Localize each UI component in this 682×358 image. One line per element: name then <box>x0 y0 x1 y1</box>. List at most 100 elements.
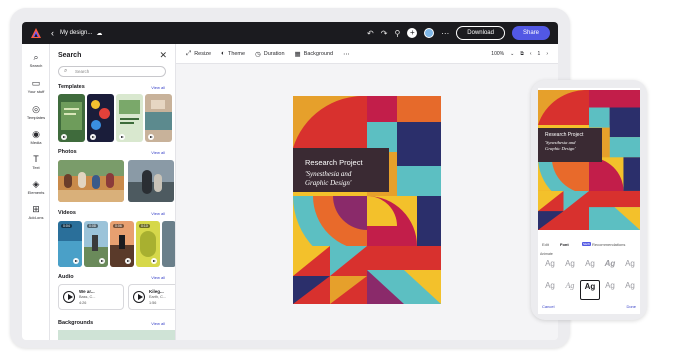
prev-page-icon[interactable]: ‹ <box>530 51 532 57</box>
theme-button[interactable]: ◐ Theme <box>221 50 245 57</box>
search-panel: Search ✕ ⌕ Search Templates View all Pho… <box>50 44 176 340</box>
phone-poster-subtitle: 'Synesthesia and Graphic Design' <box>545 140 575 152</box>
video-thumb[interactable]: 0:04 <box>58 221 82 267</box>
pages-icon[interactable]: ⧉ <box>520 51 524 57</box>
audio-card[interactable]: Kileg... Earth, C... 1:56 <box>128 284 175 310</box>
section-audio: Audio <box>58 274 74 280</box>
document-name[interactable]: My design... <box>60 30 92 36</box>
background-button[interactable]: ▦ Background <box>295 50 334 58</box>
template-thumb[interactable] <box>116 94 143 142</box>
font-option-selected[interactable]: Ag <box>580 280 600 300</box>
rail-item-add-ons[interactable]: ⊞ Add-ons <box>22 204 50 220</box>
done-button[interactable]: Done <box>626 304 636 309</box>
tab-edit[interactable]: Edit <box>542 242 549 247</box>
download-button[interactable]: Download <box>456 26 505 40</box>
fonts-section-label: Animate <box>540 252 553 256</box>
phone-poster[interactable]: Research Project 'Synesthesia and Graphi… <box>538 90 640 230</box>
phone-subtitle-line-1: 'Synesthesia and <box>545 140 576 145</box>
share-button[interactable]: Share <box>511 26 550 40</box>
rail-item-media[interactable]: ◉ Media <box>22 129 50 145</box>
rail-item-your-stuff[interactable]: ▭ Your stuff <box>22 78 50 94</box>
templates-icon: ◎ <box>32 104 40 114</box>
search-icon: ⌕ <box>33 52 39 62</box>
font-option[interactable]: Ag <box>620 280 640 300</box>
rail-item-elements[interactable]: ◈ Elements <box>22 179 50 195</box>
user-avatar[interactable] <box>424 28 435 38</box>
rail-label: Add-ons <box>28 215 44 220</box>
photo-thumb[interactable] <box>128 160 174 202</box>
view-all-backgrounds-link[interactable]: View all <box>151 321 165 326</box>
clock-icon: ◷ <box>255 50 261 58</box>
media-icon: ◉ <box>32 129 40 139</box>
template-thumb[interactable] <box>87 94 114 142</box>
font-option[interactable]: Ag <box>600 280 620 300</box>
cancel-button[interactable]: Cancel <box>542 304 554 309</box>
rail-item-text[interactable]: T Text <box>22 154 50 170</box>
view-all-videos-link[interactable]: View all <box>151 211 165 216</box>
font-sample: Ag <box>584 282 596 291</box>
phone-screen: Research Project 'Synesthesia and Graphi… <box>538 88 640 314</box>
font-option[interactable]: Ag <box>620 258 640 278</box>
view-all-audio-link[interactable]: View all <box>151 275 165 280</box>
background-thumb[interactable] <box>58 330 175 340</box>
play-icon[interactable] <box>133 291 145 303</box>
audio-title: Kileg... <box>149 289 164 294</box>
font-option[interactable]: Ag <box>560 280 580 300</box>
audio-title: We ar... <box>79 289 95 294</box>
chevron-down-icon[interactable]: ⌄ <box>510 51 514 57</box>
resize-button[interactable]: ⤢ Resize <box>186 50 211 58</box>
view-all-templates-link[interactable]: View all <box>151 85 165 90</box>
template-thumb[interactable] <box>58 94 85 142</box>
app-logo-icon[interactable] <box>30 27 42 39</box>
rail-item-search[interactable]: ⌕ Search <box>22 52 50 68</box>
font-option[interactable]: Ag <box>580 258 600 278</box>
font-option[interactable]: Ag <box>540 258 560 278</box>
play-icon <box>99 258 105 264</box>
phone-tabs: Edit Font NEW Recommendations <box>538 240 640 250</box>
poster-title[interactable]: Research Project <box>305 158 363 167</box>
font-sample: Ag <box>625 259 635 268</box>
photo-thumb[interactable] <box>58 160 124 202</box>
template-thumb[interactable] <box>145 94 172 142</box>
cloud-sync-icon: ☁ <box>96 30 103 37</box>
video-thumb[interactable]: 0:10 <box>136 221 160 267</box>
lightbulb-icon[interactable]: ⚲ <box>394 29 400 38</box>
play-icon[interactable] <box>63 291 75 303</box>
stage: ‹ My design... ☁ ↶ ↷ ⚲ + ⋯ Download Shar… <box>0 0 682 358</box>
audio-card[interactable]: We ar... Bass, C... 4:26 <box>58 284 124 310</box>
view-all-photos-link[interactable]: View all <box>151 150 165 155</box>
font-option[interactable]: Ag <box>560 258 580 278</box>
search-input[interactable]: ⌕ Search <box>58 66 166 77</box>
font-sample: Ag <box>604 259 616 268</box>
left-rail: ⌕ Search ▭ Your stuff ◎ Templates ◉ Medi… <box>22 44 50 340</box>
font-option[interactable]: Ag <box>540 280 560 300</box>
video-thumb[interactable]: 0:06 <box>110 221 134 267</box>
undo-icon[interactable]: ↶ <box>367 29 374 38</box>
rail-item-templates[interactable]: ◎ Templates <box>22 104 50 120</box>
tab-recommendations[interactable]: Recommendations <box>592 242 625 247</box>
poster-artboard[interactable]: Research Project 'Synesthesia and Graphi… <box>293 96 441 304</box>
panel-title: Search <box>58 52 82 59</box>
next-page-icon[interactable]: › <box>546 51 548 57</box>
elements-icon: ◈ <box>32 179 40 189</box>
new-badge: NEW <box>582 242 591 246</box>
more-icon[interactable]: ⋯ <box>441 29 449 38</box>
back-chevron-icon[interactable]: ‹ <box>51 28 54 38</box>
font-grid: Ag Ag Ag Ag Ag Ag Ag Ag Ag Ag <box>538 258 640 304</box>
video-thumb[interactable] <box>162 221 175 267</box>
font-option[interactable]: Ag <box>600 258 620 278</box>
phone-footer: Cancel Done <box>538 304 640 312</box>
zoom-level[interactable]: 100% <box>491 51 504 57</box>
invite-plus-icon[interactable]: + <box>407 28 418 38</box>
font-sample: Ag <box>545 259 555 268</box>
audio-duration: 1:56 <box>149 301 157 305</box>
duration-button[interactable]: ◷ Duration <box>255 50 284 58</box>
font-sample: Ag <box>565 281 575 290</box>
more-options-button[interactable]: ⋯ <box>343 50 350 58</box>
rail-label: Templates <box>26 115 46 120</box>
tab-font[interactable]: Font <box>560 242 569 247</box>
close-icon[interactable]: ✕ <box>159 50 167 61</box>
video-thumb[interactable]: 0:08 <box>84 221 108 267</box>
redo-icon[interactable]: ↷ <box>381 29 388 38</box>
poster-subtitle[interactable]: 'Synesthesia and Graphic Design' <box>305 170 351 188</box>
